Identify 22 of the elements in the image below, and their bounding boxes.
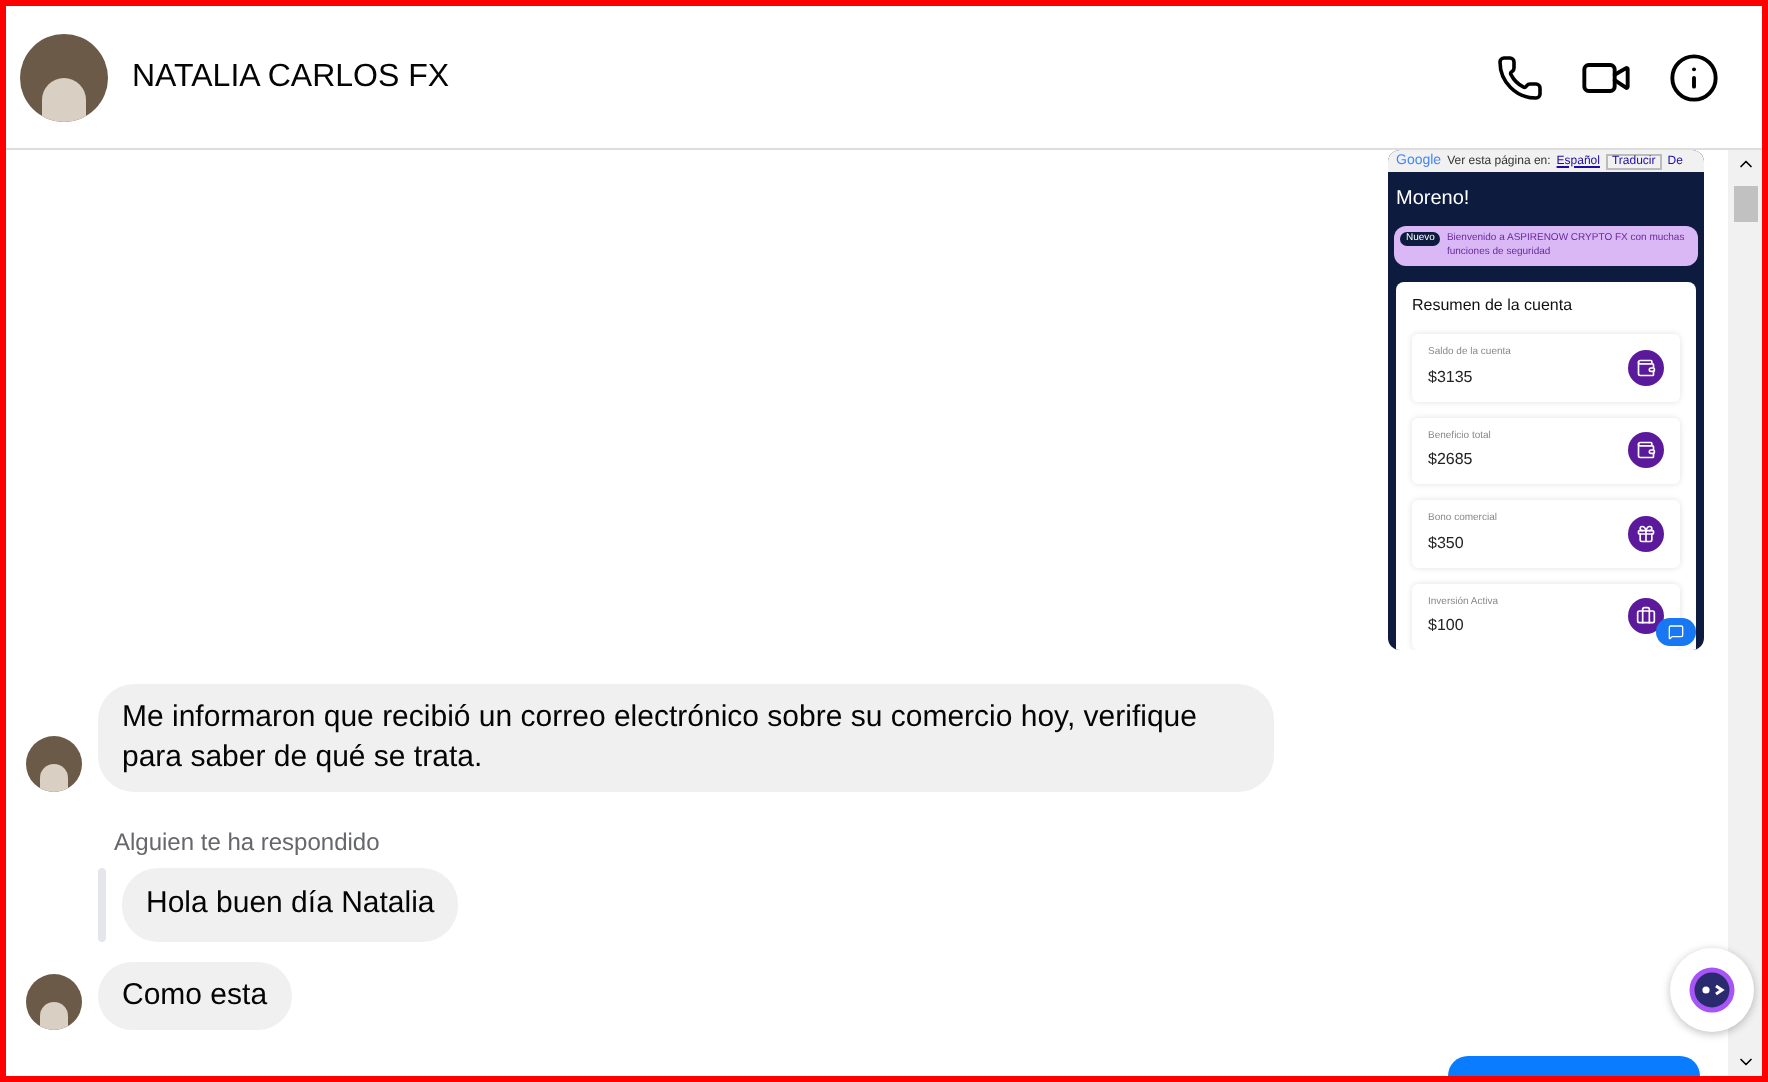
robot-face-icon [1688,966,1736,1014]
card-value: $100 [1428,614,1466,638]
scrollbar-thumb[interactable] [1733,186,1757,222]
summary-title: Resumen de la cuenta [1412,294,1575,318]
wallet-icon [1628,349,1664,386]
reply-note: Alguien te ha respondido [112,826,382,860]
info-icon[interactable] [1668,51,1720,103]
card-value: $3135 [1428,365,1475,389]
avatar [20,33,108,121]
scrollbar[interactable] [1728,150,1762,1076]
card-value: $2685 [1428,448,1475,472]
gift-icon [1628,515,1664,552]
assistant-button[interactable] [1670,948,1754,1032]
wallet-icon [1628,432,1664,469]
card-value: $350 [1428,531,1466,555]
phone-icon[interactable] [1496,53,1544,101]
message-bubble: Me informaron que recibió un correo electrónico sobre su comercio hoy, verifique para saber de qué se trata. [98,684,1274,792]
greeting-text: Moreno! [1394,186,1472,214]
briefcase-icon [1628,598,1664,635]
message-bubble: Como esta [98,961,292,1029]
quoted-message-bubble: Hola buen día Natalia [122,868,459,941]
contact-name: NATALIA CARLOS FX [132,57,450,97]
